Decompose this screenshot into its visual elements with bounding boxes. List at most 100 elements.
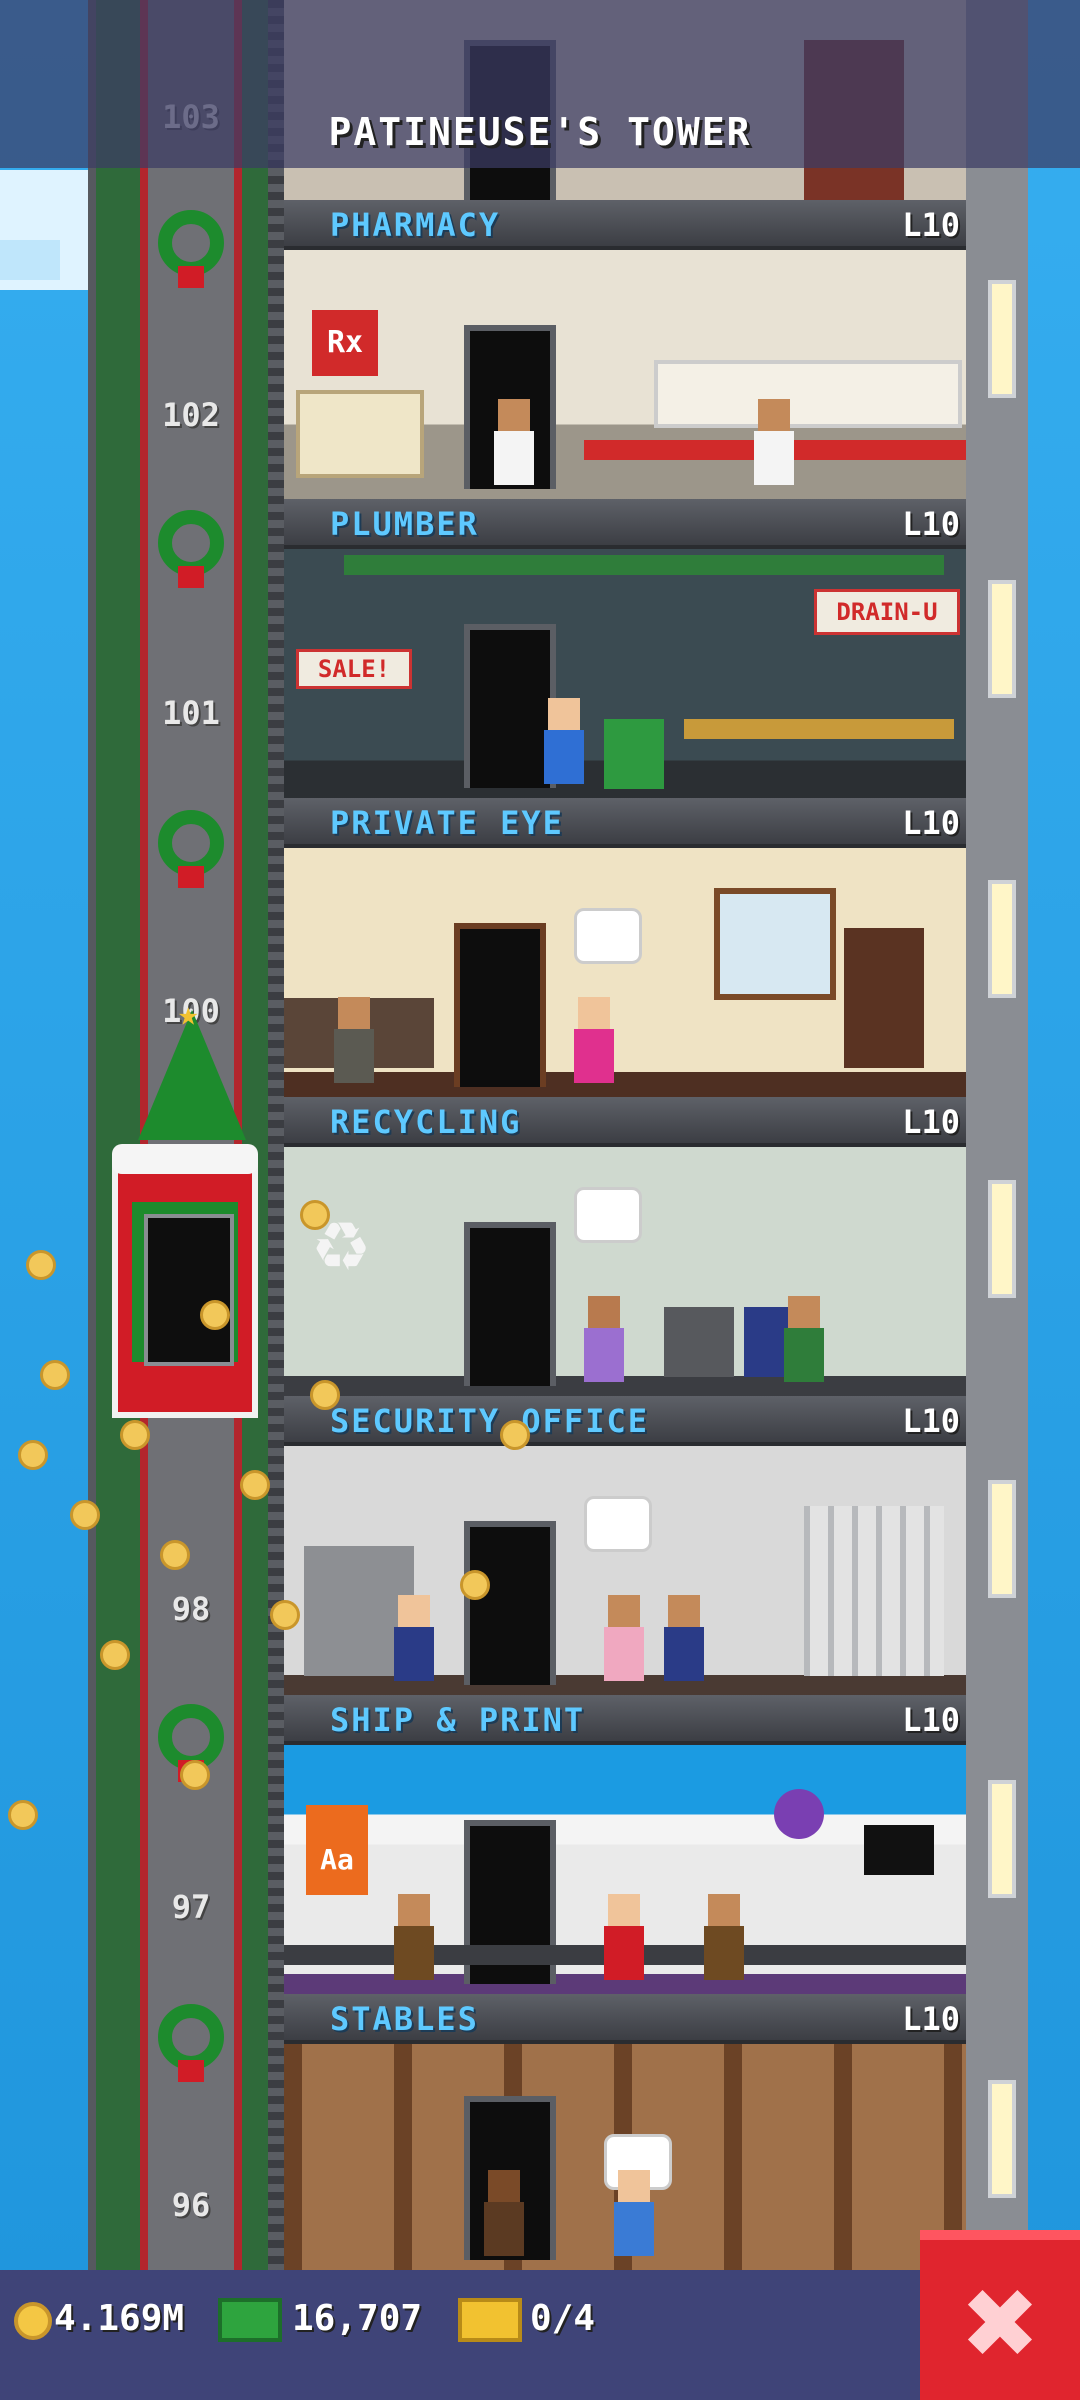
download-icon: [774, 1789, 824, 1839]
floor-name: RECYCLING: [330, 1103, 522, 1141]
visitor-character[interactable]: [604, 1595, 644, 1681]
bookshelf: [844, 928, 924, 1068]
floor-level: L10: [902, 1103, 960, 1141]
tower-right-wall: [966, 0, 1028, 2270]
floor-door: [464, 624, 556, 788]
coin-particle: [100, 1640, 130, 1670]
plumber-character[interactable]: [544, 698, 584, 784]
coin-particle: [310, 1380, 340, 1410]
visitor-character[interactable]: [584, 1296, 624, 1382]
floor-header: STABLES L10: [284, 1994, 966, 2044]
rx-sign: Rx: [312, 310, 378, 376]
floor-header: RECYCLING L10: [284, 1097, 966, 1147]
ship-print-room: Aa: [284, 1745, 966, 1994]
wreath-decoration: [148, 1990, 234, 2120]
elevator-floor-number: 96: [171, 2186, 211, 2224]
cash-icon: [218, 2298, 282, 2342]
floor-name: PLUMBER: [330, 505, 479, 543]
floor-level: L10: [902, 505, 960, 543]
bux-count: 16,707: [292, 2298, 423, 2339]
coin-particle: [200, 1300, 230, 1330]
visitor-character[interactable]: [614, 2170, 654, 2256]
floor-level: L10: [902, 206, 960, 244]
star-icon: ★: [178, 994, 199, 1034]
floor-header: PHARMACY L10: [284, 200, 966, 250]
coin-particle: [460, 1570, 490, 1600]
close-button[interactable]: ✖: [920, 2230, 1080, 2400]
coin-particle: [240, 1470, 270, 1500]
recycling-room: ♻: [284, 1147, 966, 1396]
floor-name: STABLES: [330, 2000, 479, 2038]
coin-particle: [120, 1420, 150, 1450]
floor-name: PHARMACY: [330, 206, 501, 244]
floor-name: SHIP & PRINT: [330, 1701, 586, 1739]
wreath-decoration: [148, 196, 234, 326]
drain-u-sign: DRAIN-U: [814, 589, 960, 635]
elevator-floor-number: 102: [162, 396, 220, 434]
shelf: [296, 390, 424, 478]
page-title: PATINEUSE'S TOWER: [328, 110, 752, 154]
thought-bubble: [574, 1187, 642, 1243]
snow-cap: [112, 1144, 258, 1174]
bin: [664, 1307, 734, 1377]
window: [714, 888, 836, 1000]
floor-pharmacy[interactable]: PHARMACY L10 Rx: [284, 200, 966, 499]
close-icon: ✖: [959, 2268, 1041, 2380]
plumber-room: SALE! DRAIN-U: [284, 549, 966, 798]
tower-header: PATINEUSE'S TOWER: [0, 0, 1080, 168]
floor-stables[interactable]: STABLES L10: [284, 1994, 966, 2270]
shelf: [654, 360, 962, 428]
coin-particle: [18, 1440, 48, 1470]
status-bar: 4.169M 16,707 0/4: [0, 2270, 1080, 2400]
clerk-character[interactable]: [704, 1894, 744, 1980]
pharmacist-character[interactable]: [494, 399, 534, 485]
floor-plumber[interactable]: PLUMBER L10 SALE! DRAIN-U: [284, 499, 966, 798]
floor-header: PRIVATE EYE L10: [284, 798, 966, 848]
wreath-decoration: [148, 496, 234, 626]
floor-level: L10: [902, 804, 960, 842]
floor-name: SECURITY OFFICE: [330, 1402, 649, 1440]
pipe-prop: [604, 719, 664, 789]
coin-particle: [8, 1800, 38, 1830]
counter: [684, 719, 954, 739]
floor-security-office[interactable]: SECURITY OFFICE L10: [284, 1396, 966, 1695]
security-room: [284, 1446, 966, 1695]
coin-particle: [500, 1420, 530, 1450]
floor-recycling[interactable]: RECYCLING L10 ♻: [284, 1097, 966, 1396]
floor-door: [454, 923, 546, 1087]
santa-visitor-character[interactable]: [604, 1894, 644, 1980]
floor-private-eye[interactable]: PRIVATE EYE L10: [284, 798, 966, 1097]
guard-character[interactable]: [664, 1595, 704, 1681]
guard-character[interactable]: [394, 1595, 434, 1681]
private-eye-room: [284, 848, 966, 1097]
floor-header: SECURITY OFFICE L10: [284, 1396, 966, 1446]
floor-ship-and-print[interactable]: SHIP & PRINT L10 Aa: [284, 1695, 966, 1994]
detective-character[interactable]: [334, 997, 374, 1083]
pharmacy-room: Rx: [284, 250, 966, 499]
search-thought-bubble: [574, 908, 642, 964]
pharmacist-character[interactable]: [754, 399, 794, 485]
coin-particle: [40, 1360, 70, 1390]
display-screen: [864, 1825, 934, 1875]
horse-character[interactable]: [484, 2170, 524, 2256]
elevator-car-door: [144, 1214, 234, 1366]
thought-bubble: [584, 1496, 652, 1552]
ticket-icon: [458, 2298, 522, 2342]
elevator-floor-number: 98: [171, 1590, 211, 1628]
clerk-character[interactable]: [394, 1894, 434, 1980]
floor-door: [464, 1521, 556, 1685]
worker-character[interactable]: [784, 1296, 824, 1382]
font-sign: Aa: [306, 1805, 368, 1895]
floor-level: L10: [902, 1402, 960, 1440]
shaft-rail: [268, 0, 284, 2270]
elevator-floor-number: 97: [171, 1888, 211, 1926]
coin-particle: [70, 1500, 100, 1530]
floor-name: PRIVATE EYE: [330, 804, 564, 842]
coin-particle: [160, 1540, 190, 1570]
coins-count: 4.169M: [54, 2298, 185, 2339]
floor-header: SHIP & PRINT L10: [284, 1695, 966, 1745]
jail-cell: [804, 1506, 944, 1676]
visitor-character[interactable]: [574, 997, 614, 1083]
elevator-car[interactable]: [112, 1144, 258, 1418]
floor-level: L10: [902, 1701, 960, 1739]
